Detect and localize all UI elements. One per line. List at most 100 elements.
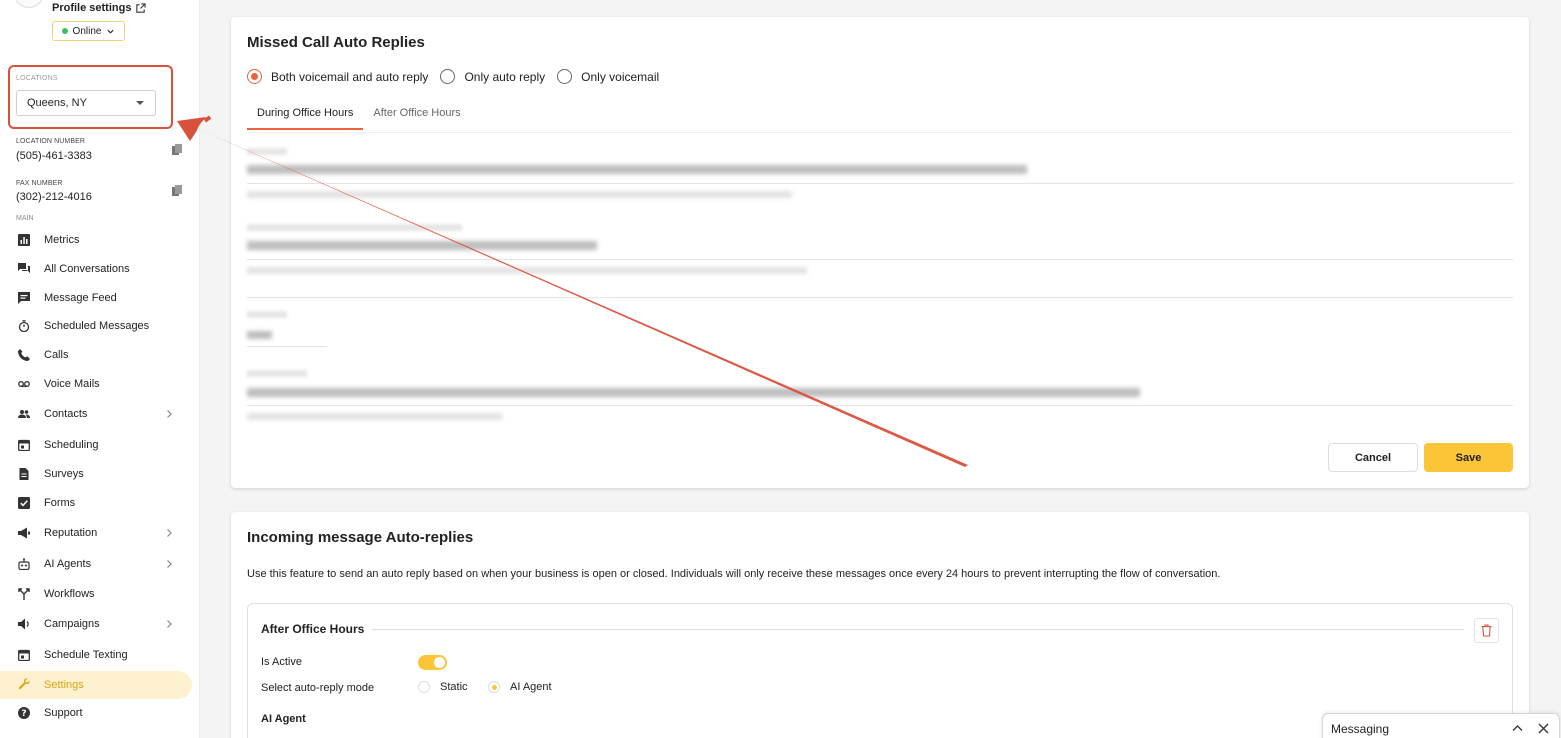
cancel-button[interactable]: Cancel bbox=[1328, 443, 1418, 472]
document-icon bbox=[19, 468, 29, 480]
radio-only-voicemail[interactable]: Only voicemail bbox=[557, 69, 659, 84]
sidebar-item-label: Settings bbox=[44, 679, 84, 691]
ai-agent-heading: AI Agent bbox=[261, 713, 306, 725]
status-dropdown[interactable]: Online bbox=[52, 21, 125, 41]
blurred-label bbox=[247, 370, 307, 377]
messaging-widget[interactable]: Messaging bbox=[1322, 713, 1560, 738]
card-description: Use this feature to send an auto reply b… bbox=[247, 568, 1221, 580]
is-active-label: Is Active bbox=[261, 656, 302, 668]
people-icon bbox=[18, 410, 30, 418]
phone-icon bbox=[18, 349, 30, 361]
chevron-right-icon bbox=[167, 620, 172, 628]
chevron-down-icon bbox=[107, 29, 115, 34]
sidebar-item-ai-agents[interactable]: AI Agents bbox=[0, 551, 192, 577]
caret-down-icon bbox=[136, 101, 144, 105]
sidebar-item-campaigns[interactable]: Campaigns bbox=[0, 611, 192, 637]
save-button[interactable]: Save bbox=[1424, 443, 1513, 472]
radio-both[interactable]: Both voicemail and auto reply bbox=[247, 69, 428, 84]
mode-label: Select auto-reply mode bbox=[261, 682, 375, 694]
sidebar-item-scheduled-messages[interactable]: Scheduled Messages bbox=[0, 313, 192, 339]
sidebar-item-support[interactable]: ? Support bbox=[0, 700, 192, 726]
sidebar-item-label: Surveys bbox=[44, 468, 84, 480]
trash-icon bbox=[1481, 624, 1492, 637]
help-icon: ? bbox=[18, 707, 30, 719]
chevron-up-icon[interactable] bbox=[1512, 724, 1523, 732]
sidebar-item-schedule-texting[interactable]: Schedule Texting bbox=[0, 642, 192, 668]
radio-selected-icon bbox=[488, 681, 500, 693]
sidebar-item-label: Scheduling bbox=[44, 439, 99, 451]
blurred-label bbox=[247, 224, 462, 231]
avatar[interactable] bbox=[14, 0, 44, 8]
profile-settings-link[interactable]: Profile settings bbox=[52, 2, 147, 14]
messaging-widget-title: Messaging bbox=[1331, 722, 1390, 736]
mode-option-label: AI Agent bbox=[510, 681, 552, 693]
sidebar-item-surveys[interactable]: Surveys bbox=[0, 461, 192, 487]
section-divider bbox=[372, 629, 1464, 630]
sidebar-item-settings[interactable]: Settings bbox=[0, 671, 192, 699]
close-icon[interactable] bbox=[1538, 723, 1549, 734]
blurred-label bbox=[247, 311, 287, 318]
copy-icon[interactable] bbox=[172, 185, 182, 197]
sidebar-item-voice-mails[interactable]: Voice Mails bbox=[0, 371, 192, 397]
radio-unselected-icon bbox=[557, 69, 573, 84]
sidebar-item-label: Contacts bbox=[44, 408, 88, 420]
chats-icon bbox=[18, 263, 30, 273]
sidebar-item-workflows[interactable]: Workflows bbox=[0, 581, 192, 607]
sidebar-item-label: AI Agents bbox=[44, 558, 92, 570]
blurred-label bbox=[247, 148, 287, 155]
sidebar-item-message-feed[interactable]: Message Feed bbox=[0, 285, 192, 311]
sidebar-item-label: Support bbox=[44, 707, 83, 719]
sidebar-item-label: Message Feed bbox=[44, 292, 117, 304]
delete-button[interactable] bbox=[1474, 618, 1499, 643]
sidebar-item-label: All Conversations bbox=[44, 263, 130, 275]
sidebar-item-label: Voice Mails bbox=[44, 378, 100, 390]
robot-icon bbox=[18, 558, 30, 570]
blurred-help bbox=[247, 267, 807, 274]
mode-option-static[interactable]: Static bbox=[418, 681, 468, 693]
status-label: Online bbox=[72, 25, 102, 37]
sidebar-item-calls[interactable]: Calls bbox=[0, 342, 192, 368]
radio-unselected-icon bbox=[440, 69, 456, 84]
fork-icon bbox=[18, 588, 30, 600]
fax-number: (302)-212-4016 bbox=[16, 191, 92, 203]
sidebar-item-label: Reputation bbox=[44, 527, 98, 539]
blurred-help bbox=[247, 191, 792, 198]
blurred-text bbox=[247, 241, 597, 250]
chevron-right-icon bbox=[167, 529, 172, 537]
card-title: Incoming message Auto-replies bbox=[247, 529, 474, 546]
sidebar-item-scheduling[interactable]: Scheduling bbox=[0, 432, 192, 458]
tabs-divider bbox=[247, 132, 1513, 133]
hours-tabs: During Office Hours After Office Hours bbox=[247, 101, 471, 130]
reply-type-radio-group: Both voicemail and auto reply Only auto … bbox=[247, 69, 671, 84]
chart-icon bbox=[18, 234, 30, 246]
is-active-toggle[interactable] bbox=[418, 655, 447, 670]
sidebar-item-reputation[interactable]: Reputation bbox=[0, 520, 192, 546]
location-number: (505)-461-3383 bbox=[16, 150, 92, 162]
main-section-label: MAIN bbox=[16, 215, 34, 222]
blurred-text bbox=[247, 165, 1027, 174]
radio-unselected-icon bbox=[418, 681, 430, 693]
arrow-shaft-thick bbox=[203, 115, 212, 123]
tab-during-office-hours[interactable]: During Office Hours bbox=[247, 101, 364, 130]
field-underline bbox=[247, 259, 1513, 260]
sidebar-item-label: Campaigns bbox=[44, 618, 100, 630]
blurred-text bbox=[247, 388, 1140, 397]
sidebar-item-contacts[interactable]: Contacts bbox=[0, 401, 192, 427]
sidebar-item-metrics[interactable]: Metrics bbox=[0, 227, 192, 253]
sidebar-item-forms[interactable]: Forms bbox=[0, 490, 192, 516]
calendar-icon bbox=[18, 439, 30, 451]
copy-icon[interactable] bbox=[172, 144, 182, 156]
calendar-icon bbox=[18, 649, 30, 661]
field-underline bbox=[247, 297, 1513, 298]
location-value: Queens, NY bbox=[27, 97, 87, 109]
location-select[interactable]: Queens, NY bbox=[16, 90, 156, 116]
timer-icon bbox=[18, 320, 30, 332]
radio-only-auto-reply[interactable]: Only auto reply bbox=[440, 69, 545, 84]
voicemail-icon bbox=[18, 381, 30, 387]
tab-after-office-hours[interactable]: After Office Hours bbox=[363, 101, 470, 130]
sidebar-item-all-conversations[interactable]: All Conversations bbox=[0, 256, 192, 282]
mode-option-ai-agent[interactable]: AI Agent bbox=[488, 681, 552, 693]
svg-text:?: ? bbox=[21, 709, 26, 719]
radio-label: Only voicemail bbox=[581, 69, 660, 84]
external-link-icon bbox=[136, 2, 147, 13]
